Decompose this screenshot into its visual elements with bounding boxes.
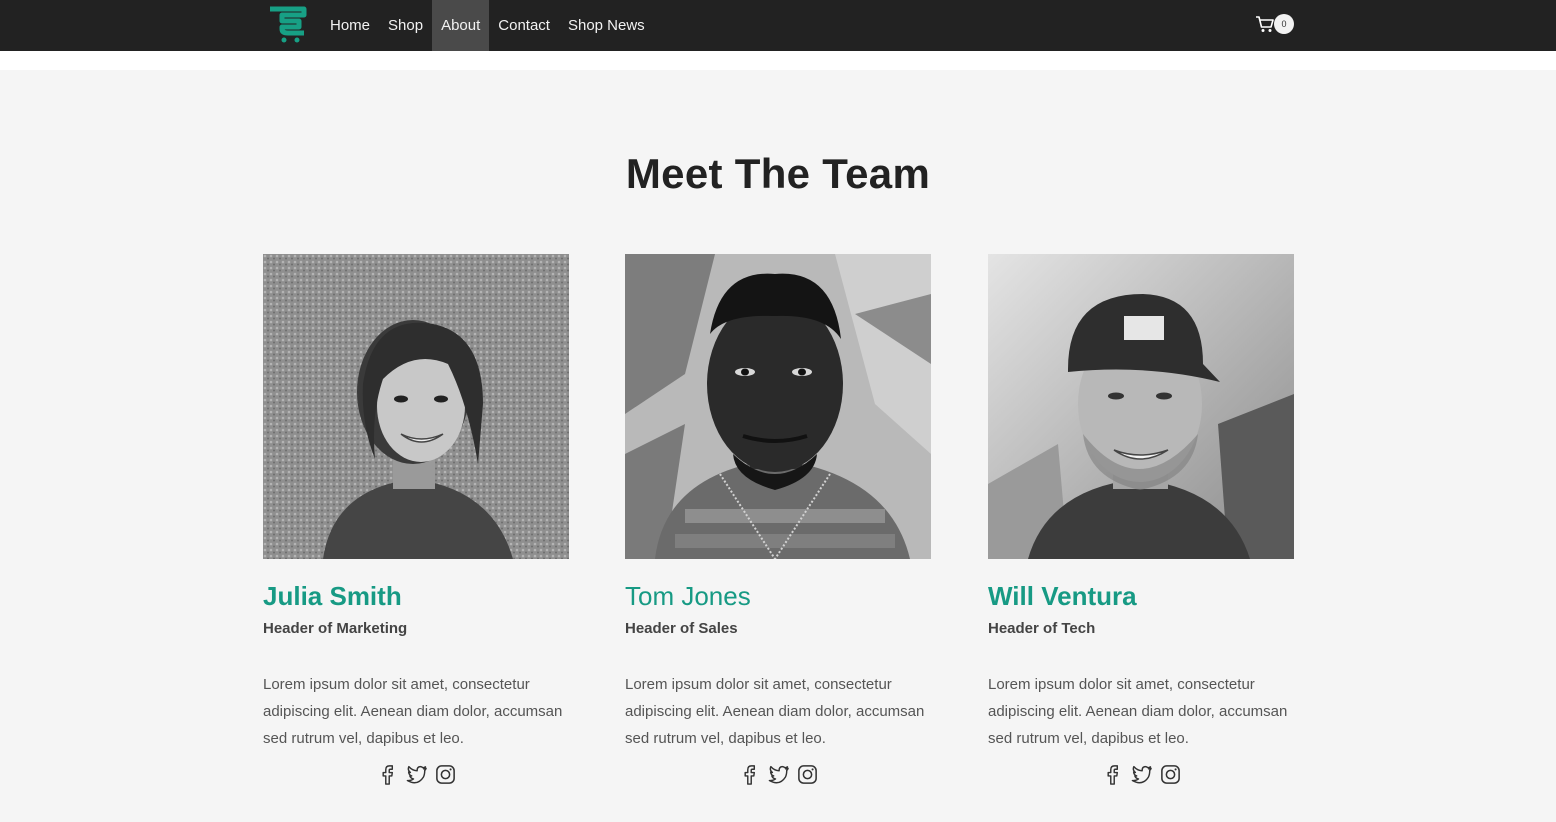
member-name: Will Ventura — [988, 581, 1137, 611]
member-bio: Lorem ipsum dolor sit amet, consectetur … — [988, 676, 1288, 747]
facebook-icon[interactable] — [1101, 763, 1124, 786]
social-links — [988, 763, 1294, 786]
woman-portrait-image — [263, 254, 569, 559]
instagram-icon[interactable] — [1159, 763, 1182, 786]
team-card-tom: Tom Jones Header of Sales Lorem ipsum do… — [625, 254, 931, 786]
member-name: Julia Smith — [263, 581, 402, 611]
social-links — [263, 763, 569, 786]
logo-cart-icon[interactable] — [266, 5, 308, 43]
top-navbar: Home Shop About Contact Shop News 0 — [0, 0, 1556, 51]
member-role: Header of Marketing — [263, 620, 408, 637]
team-card-will: Will Ventura Header of Tech Lorem ipsum … — [988, 254, 1294, 786]
member-name: Tom Jones — [625, 581, 751, 611]
nav-about[interactable]: About — [432, 0, 490, 51]
shopping-cart-icon — [1256, 16, 1274, 32]
cart-button[interactable]: 0 — [1255, 13, 1295, 35]
social-links — [625, 763, 931, 786]
man-portrait-image — [625, 254, 931, 559]
member-bio: Lorem ipsum dolor sit amet, consectetur … — [263, 676, 563, 747]
team-section: Meet The Team Julia Smith Header of Mark… — [0, 70, 1556, 822]
member-bio: Lorem ipsum dolor sit amet, consectetur … — [625, 676, 925, 747]
man-cap-portrait-image — [988, 254, 1294, 559]
twitter-icon[interactable] — [767, 763, 790, 786]
member-role: Header of Tech — [988, 620, 1096, 637]
team-card-julia: Julia Smith Header of Marketing Lorem ip… — [263, 254, 569, 786]
nav-contact[interactable]: Contact — [489, 0, 559, 51]
facebook-icon[interactable] — [376, 763, 399, 786]
nav-shop[interactable]: Shop — [379, 0, 432, 51]
twitter-icon[interactable] — [1130, 763, 1153, 786]
nav-shop-news[interactable]: Shop News — [559, 0, 654, 51]
instagram-icon[interactable] — [434, 763, 457, 786]
twitter-icon[interactable] — [405, 763, 428, 786]
cart-count-badge: 0 — [1274, 14, 1294, 34]
facebook-icon[interactable] — [738, 763, 761, 786]
member-role: Header of Sales — [625, 620, 738, 637]
main-nav: Home Shop About Contact Shop News — [321, 0, 654, 51]
nav-home[interactable]: Home — [321, 0, 379, 51]
instagram-icon[interactable] — [796, 763, 819, 786]
section-title: Meet The Team — [625, 150, 931, 197]
